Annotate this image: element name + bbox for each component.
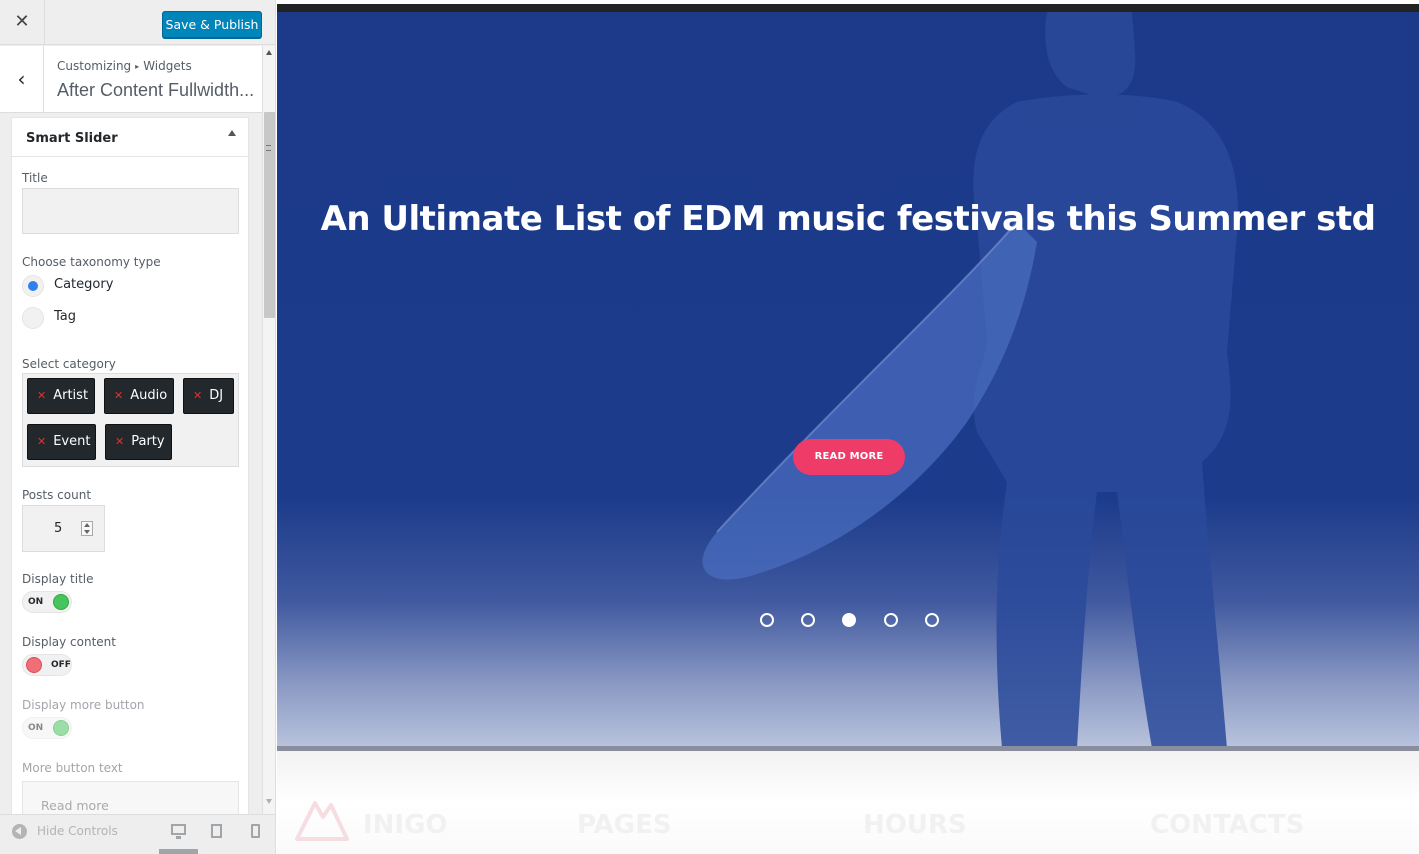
more-text-label: More button text	[22, 761, 123, 775]
breadcrumb-separator-icon: ▸	[135, 62, 140, 71]
radio-tag[interactable]	[22, 307, 44, 329]
customizer-sidebar: ✕ Save & Publish ‹ Customizing ▸ Widgets A…	[0, 0, 276, 854]
breadcrumb-root: Customizing	[57, 59, 132, 73]
scroll-grip-icon	[266, 145, 271, 151]
remove-tag-icon[interactable]: ✕	[37, 389, 46, 402]
collapse-left-icon	[12, 824, 27, 839]
footer-heading-pages: PAGES	[577, 810, 672, 840]
radio-category[interactable]	[22, 275, 44, 297]
title-input[interactable]	[22, 188, 239, 234]
site-logo-icon	[295, 801, 349, 841]
taxonomy-label: Choose taxonomy type	[22, 255, 161, 269]
slider-dot[interactable]	[925, 613, 939, 627]
footer-heading-hours: HOURS	[863, 810, 967, 840]
category-tag: ✕ Party	[105, 424, 172, 460]
section-header: ‹ Customizing ▸ Widgets After Content Full…	[0, 46, 262, 113]
collapse-arrow-icon[interactable]	[228, 130, 236, 136]
widget-panel: Smart Slider Title Choose taxonomy type …	[0, 114, 262, 814]
breadcrumb-child: Widgets	[143, 59, 192, 73]
footer-heading-contacts: CONTACTS	[1150, 810, 1305, 840]
widget-title: Smart Slider	[26, 131, 118, 146]
display-content-toggle[interactable]: OFF	[22, 654, 72, 676]
category-select[interactable]: ✕ Artist ✕ Audio ✕ DJ ✕ Event ✕ Party	[22, 373, 239, 467]
back-arrow-icon[interactable]: ‹	[0, 46, 44, 113]
scroll-thumb[interactable]	[264, 112, 275, 318]
hero-headline: An Ultimate List of EDM music festivals …	[320, 199, 1376, 239]
more-text-input[interactable]: Read more	[22, 781, 239, 814]
more-text-placeholder: Read more	[41, 798, 109, 813]
site-footer: INIGO PAGES HOURS CONTACTS	[277, 751, 1419, 854]
customizer-footer: Hide Controls	[0, 814, 275, 854]
radio-category-label[interactable]: Category	[54, 277, 113, 292]
category-tag: ✕ Audio	[104, 378, 174, 414]
display-more-label: Display more button	[22, 698, 145, 712]
panel-scrollbar[interactable]	[262, 46, 275, 814]
title-label: Title	[22, 171, 48, 185]
scroll-up-icon[interactable]	[266, 50, 272, 55]
widget-header[interactable]: Smart Slider	[12, 118, 248, 157]
surfer-image	[702, 12, 1238, 748]
category-tag: ✕ DJ	[183, 378, 234, 414]
customizer-header: ✕ Save & Publish	[0, 0, 275, 45]
tablet-icon[interactable]	[211, 824, 222, 838]
footer-heading-brand: INIGO	[363, 810, 448, 840]
category-tag: ✕ Event	[27, 424, 96, 460]
slider-dot[interactable]	[801, 613, 815, 627]
save-publish-button[interactable]: Save & Publish	[162, 11, 262, 38]
desktop-icon[interactable]	[171, 824, 186, 839]
posts-count-label: Posts count	[22, 488, 92, 502]
category-tag: ✕ Artist	[27, 378, 95, 414]
radio-tag-label[interactable]: Tag	[54, 309, 76, 324]
remove-tag-icon[interactable]: ✕	[114, 389, 123, 402]
remove-tag-icon[interactable]: ✕	[193, 389, 202, 402]
hide-controls-label: Hide Controls	[37, 824, 118, 838]
display-title-label: Display title	[22, 572, 94, 586]
preview-top-border	[277, 4, 1419, 12]
slider-dot[interactable]	[760, 613, 774, 627]
smart-slider-widget: Smart Slider Title Choose taxonomy type …	[11, 117, 249, 814]
site-preview: An Ultimate List of EDM music festivals …	[277, 0, 1419, 854]
toggle-knob	[26, 657, 42, 673]
section-title: After Content Fullwidth...	[57, 80, 255, 100]
toggle-knob	[53, 594, 69, 610]
hero-slider: An Ultimate List of EDM music festivals …	[277, 12, 1419, 748]
toggle-knob	[53, 720, 69, 736]
slider-dot-active[interactable]	[842, 613, 856, 627]
slider-dot[interactable]	[884, 613, 898, 627]
posts-count-value: 5	[54, 521, 63, 536]
breadcrumb: Customizing ▸ Widgets	[57, 59, 192, 73]
display-title-toggle[interactable]: ON	[22, 591, 72, 613]
display-more-toggle[interactable]: ON	[22, 717, 72, 739]
category-label: Select category	[22, 357, 116, 371]
scroll-down-icon[interactable]	[266, 799, 272, 804]
posts-count-input[interactable]: 5	[22, 505, 105, 552]
close-icon[interactable]: ✕	[0, 0, 45, 45]
remove-tag-icon[interactable]: ✕	[115, 435, 124, 448]
mobile-icon[interactable]	[251, 824, 260, 838]
read-more-button[interactable]: READ MORE	[793, 439, 905, 475]
remove-tag-icon[interactable]: ✕	[37, 435, 46, 448]
display-content-label: Display content	[22, 635, 116, 649]
stepper-icon[interactable]	[81, 521, 93, 536]
active-device-indicator	[159, 849, 198, 854]
